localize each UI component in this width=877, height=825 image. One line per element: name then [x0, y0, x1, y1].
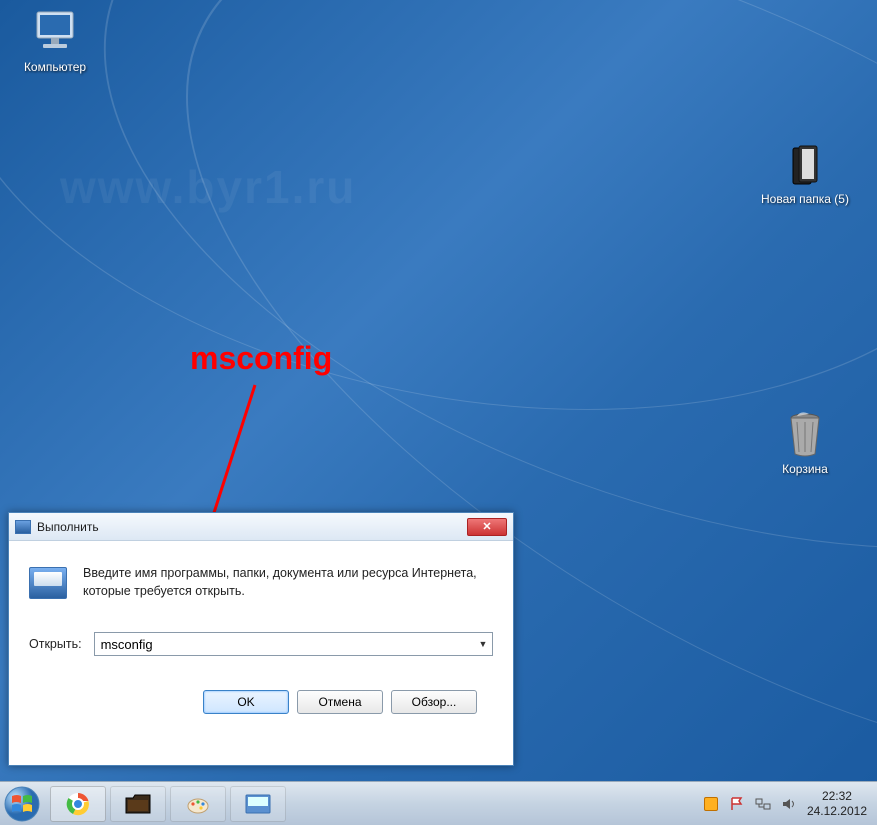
desktop-icon-new-folder[interactable]: Новая папка (5): [760, 140, 850, 206]
wallpaper-streak: [0, 0, 877, 489]
system-tray: 22:32 24.12.2012: [703, 789, 877, 818]
run-window-icon: [245, 794, 271, 814]
open-combo[interactable]: ▼: [94, 632, 493, 656]
desktop-icon-label: Новая папка (5): [760, 192, 850, 206]
folder-icon: [781, 140, 829, 188]
clock-time: 22:32: [807, 789, 867, 803]
trash-icon: [781, 410, 829, 458]
network-icon[interactable]: [755, 796, 771, 812]
computer-icon: [31, 8, 79, 56]
run-instruction: Введите имя программы, папки, документа …: [83, 565, 493, 600]
taskbar-item-explorer[interactable]: [110, 786, 166, 822]
desktop-icon-computer[interactable]: Компьютер: [10, 8, 100, 74]
run-dialog-titlebar[interactable]: Выполнить ✕: [9, 513, 513, 541]
open-label: Открыть:: [29, 637, 82, 651]
start-button[interactable]: [0, 782, 44, 825]
watermark: www.byr1.ru: [60, 160, 356, 214]
volume-icon[interactable]: [781, 796, 797, 812]
annotation-label: msconfig: [190, 340, 332, 377]
taskbar-clock[interactable]: 22:32 24.12.2012: [807, 789, 867, 818]
run-dialog-title: Выполнить: [37, 520, 99, 534]
folder-icon: [125, 794, 151, 814]
browse-button[interactable]: Обзор...: [391, 690, 477, 714]
flag-icon[interactable]: [729, 796, 745, 812]
desktop-icon-trash[interactable]: Корзина: [760, 410, 850, 476]
close-button[interactable]: ✕: [467, 518, 507, 536]
close-icon: ✕: [482, 521, 491, 533]
desktop-icon-label: Компьютер: [10, 60, 100, 74]
run-app-icon: [15, 520, 31, 534]
chrome-icon: [66, 792, 90, 816]
taskbar-item-run[interactable]: [230, 786, 286, 822]
run-dialog-icon: [29, 567, 67, 599]
chevron-down-icon[interactable]: ▼: [474, 633, 492, 655]
taskbar-item-chrome[interactable]: [50, 786, 106, 822]
taskbar: 22:32 24.12.2012: [0, 781, 877, 825]
cancel-button[interactable]: Отмена: [297, 690, 383, 714]
open-input[interactable]: [95, 633, 474, 655]
clock-date: 24.12.2012: [807, 804, 867, 818]
paint-icon: [186, 792, 210, 816]
desktop-icon-label: Корзина: [760, 462, 850, 476]
taskbar-item-paint[interactable]: [170, 786, 226, 822]
ok-button[interactable]: OK: [203, 690, 289, 714]
run-dialog: Выполнить ✕ Введите имя программы, папки…: [8, 512, 514, 766]
tray-app-icon[interactable]: [703, 796, 719, 812]
windows-logo-icon: [4, 786, 40, 822]
